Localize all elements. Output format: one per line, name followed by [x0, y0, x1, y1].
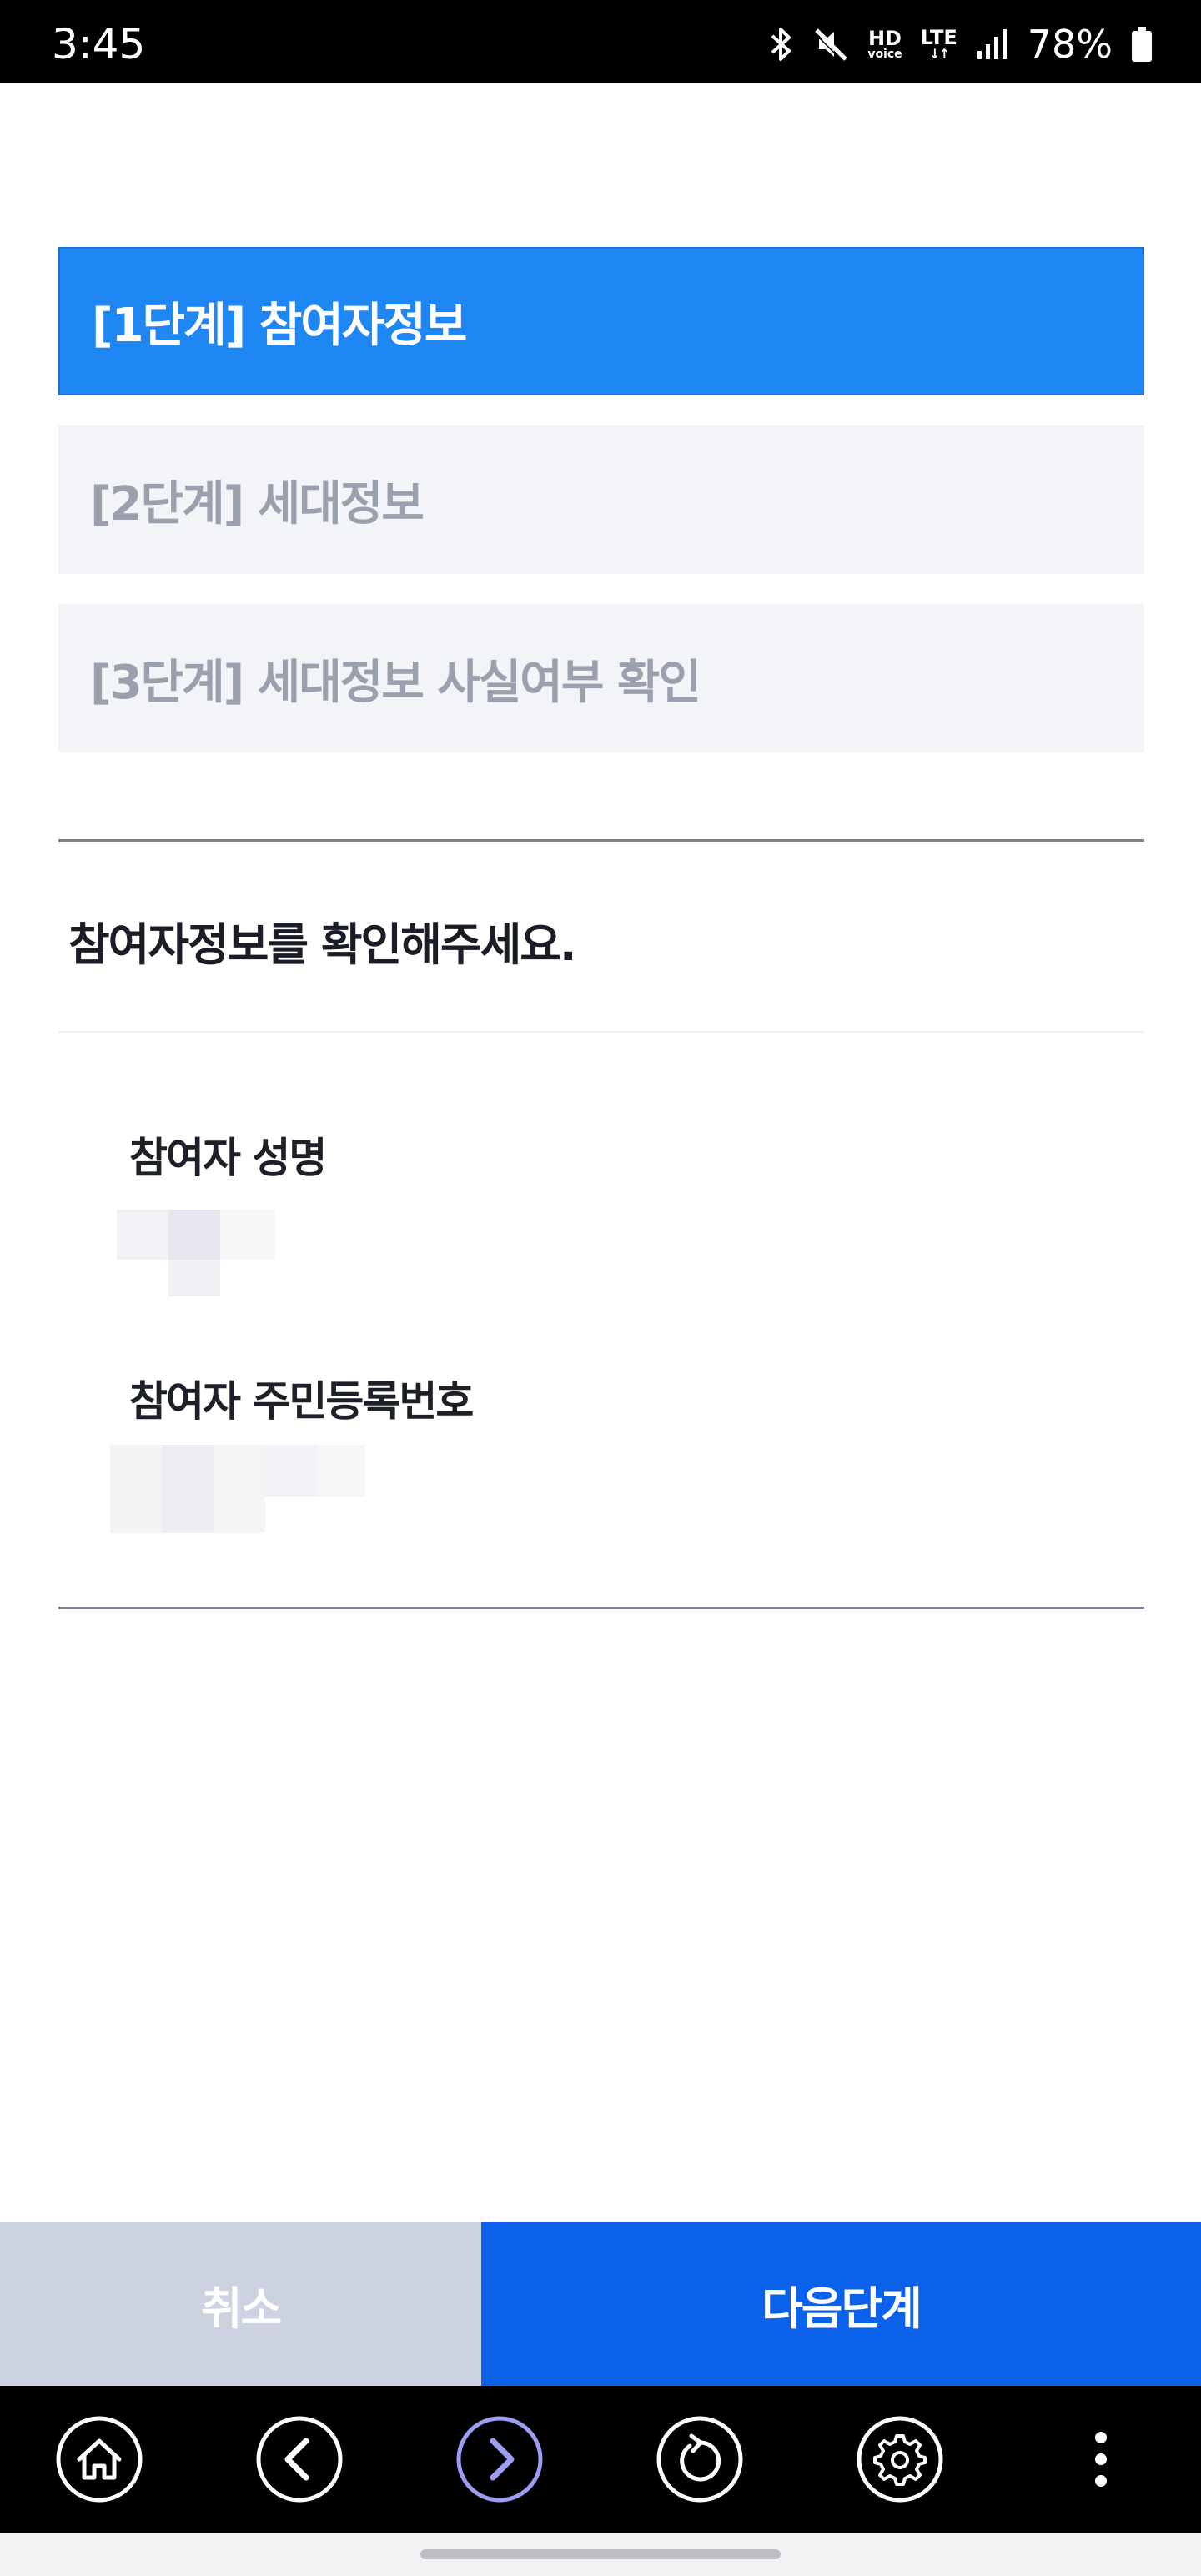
section-title: 참여자정보를 확인해주세요. — [68, 918, 576, 971]
section-divider-bottom — [58, 1607, 1144, 1609]
section-divider-light — [58, 1031, 1144, 1033]
more-icon — [1095, 2432, 1107, 2487]
step-2-label: [2단계] 세대정보 — [90, 476, 425, 531]
hd-voice-label: HD — [867, 27, 902, 50]
bluetooth-icon — [769, 26, 794, 63]
participant-rrn-value — [110, 1445, 365, 1533]
settings-icon — [857, 2416, 943, 2503]
mute-icon — [812, 26, 849, 63]
step-1-label: [1단계] 참여자정보 — [92, 298, 467, 353]
participant-name-value — [117, 1210, 275, 1296]
refresh-button[interactable] — [656, 2416, 743, 2503]
hd-voice-icon: HD voice — [867, 28, 902, 60]
battery-icon — [1131, 26, 1153, 63]
gesture-bar — [0, 2533, 1201, 2576]
signal-icon — [976, 28, 1009, 61]
next-step-button[interactable]: 다음단계 — [481, 2222, 1201, 2386]
forward-button[interactable] — [456, 2416, 543, 2503]
forward-icon — [456, 2416, 543, 2503]
refresh-icon — [656, 2416, 743, 2503]
back-button[interactable] — [256, 2416, 343, 2503]
step-3-tab[interactable]: [3단계] 세대정보 사실여부 확인 — [58, 604, 1144, 752]
participant-name-label: 참여자 성명 — [129, 1134, 327, 1182]
battery-percent: 78% — [1027, 22, 1113, 67]
home-gesture-handle[interactable] — [420, 2549, 781, 2559]
status-bar: 3:45 HD voice LTE ↓↑ 78% — [0, 0, 1201, 83]
step-1-tab[interactable]: [1단계] 참여자정보 — [58, 247, 1144, 395]
more-button[interactable] — [1061, 2416, 1141, 2503]
status-time: 3:45 — [52, 20, 146, 68]
home-icon — [56, 2416, 143, 2503]
lte-label: LTE — [920, 26, 957, 49]
lte-icon: LTE ↓↑ — [921, 28, 957, 61]
next-step-button-label: 다음단계 — [761, 2282, 922, 2335]
back-icon — [256, 2416, 343, 2503]
hd-voice-sublabel: voice — [867, 48, 902, 61]
step-3-label: [3단계] 세대정보 사실여부 확인 — [90, 655, 701, 710]
browser-nav-bar — [0, 2386, 1201, 2533]
cancel-button-label: 취소 — [200, 2282, 282, 2335]
lte-arrows: ↓↑ — [929, 46, 950, 62]
participant-rrn-label: 참여자 주민등록번호 — [129, 1377, 474, 1426]
section-divider-top — [58, 839, 1144, 842]
cancel-button[interactable]: 취소 — [0, 2222, 481, 2386]
settings-button[interactable] — [857, 2416, 943, 2503]
step-2-tab[interactable]: [2단계] 세대정보 — [58, 425, 1144, 574]
status-icons: HD voice LTE ↓↑ 78% — [769, 22, 1153, 67]
home-button[interactable] — [56, 2416, 143, 2503]
